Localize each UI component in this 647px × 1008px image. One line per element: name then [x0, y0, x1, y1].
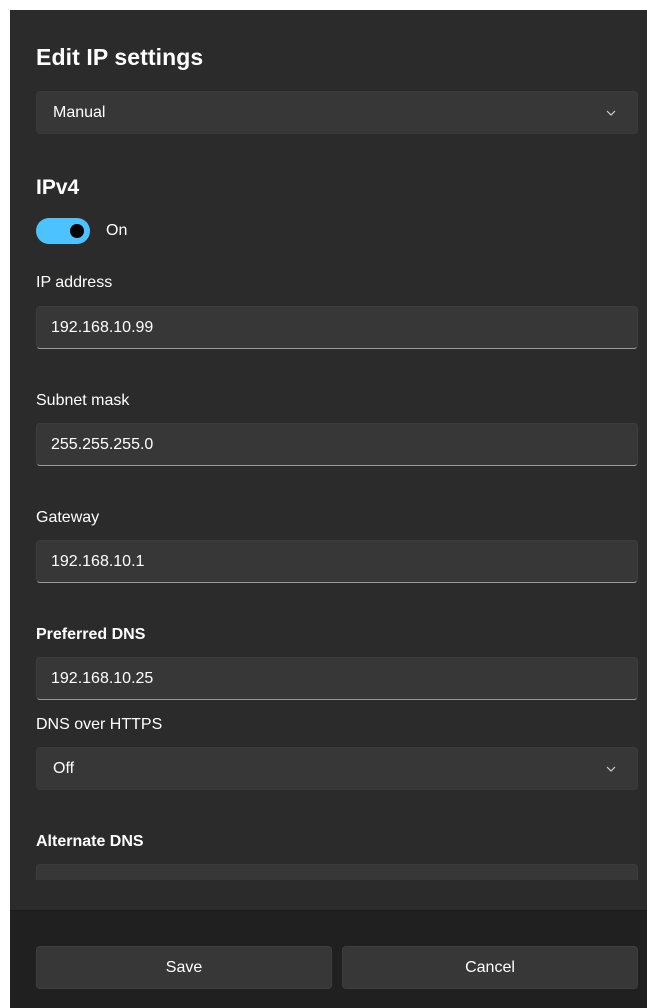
toggle-knob: [70, 224, 84, 238]
ipv4-toggle-switch[interactable]: [36, 218, 90, 244]
preferred-dns-input[interactable]: 192.168.10.25: [36, 657, 638, 700]
alternate-dns-input[interactable]: [36, 864, 638, 880]
gateway-input[interactable]: 192.168.10.1: [36, 540, 638, 583]
alternate-dns-label: Alternate DNS: [36, 833, 144, 850]
preferred-dns-label: Preferred DNS: [36, 626, 146, 643]
subnet-mask-input[interactable]: 255.255.255.0: [36, 423, 638, 466]
ip-mode-dropdown[interactable]: Manual: [36, 91, 638, 134]
dialog-title: Edit IP settings: [36, 44, 204, 70]
ipv4-toggle-row: On: [36, 218, 127, 244]
dns-over-https-value: Off: [53, 759, 75, 777]
save-button[interactable]: Save: [36, 946, 332, 989]
ipv4-heading: IPv4: [36, 176, 80, 199]
ip-address-input[interactable]: 192.168.10.99: [36, 306, 638, 349]
subnet-mask-label: Subnet mask: [36, 392, 130, 409]
ipv4-toggle-state: On: [106, 222, 128, 239]
dns-over-https-label: DNS over HTTPS: [36, 716, 163, 733]
gateway-label: Gateway: [36, 509, 100, 526]
ip-mode-value: Manual: [53, 103, 106, 121]
chevron-down-icon: [605, 107, 617, 119]
edit-ip-settings-dialog: Edit IP settings Manual IPv4 On IP addre…: [10, 10, 647, 1008]
dialog-footer: Save Cancel: [10, 910, 647, 1008]
dialog-content: Edit IP settings Manual IPv4 On IP addre…: [10, 10, 647, 880]
cancel-button[interactable]: Cancel: [342, 946, 638, 989]
chevron-down-icon: [605, 763, 617, 775]
ip-address-label: IP address: [36, 274, 113, 291]
dns-over-https-dropdown[interactable]: Off: [36, 747, 638, 790]
